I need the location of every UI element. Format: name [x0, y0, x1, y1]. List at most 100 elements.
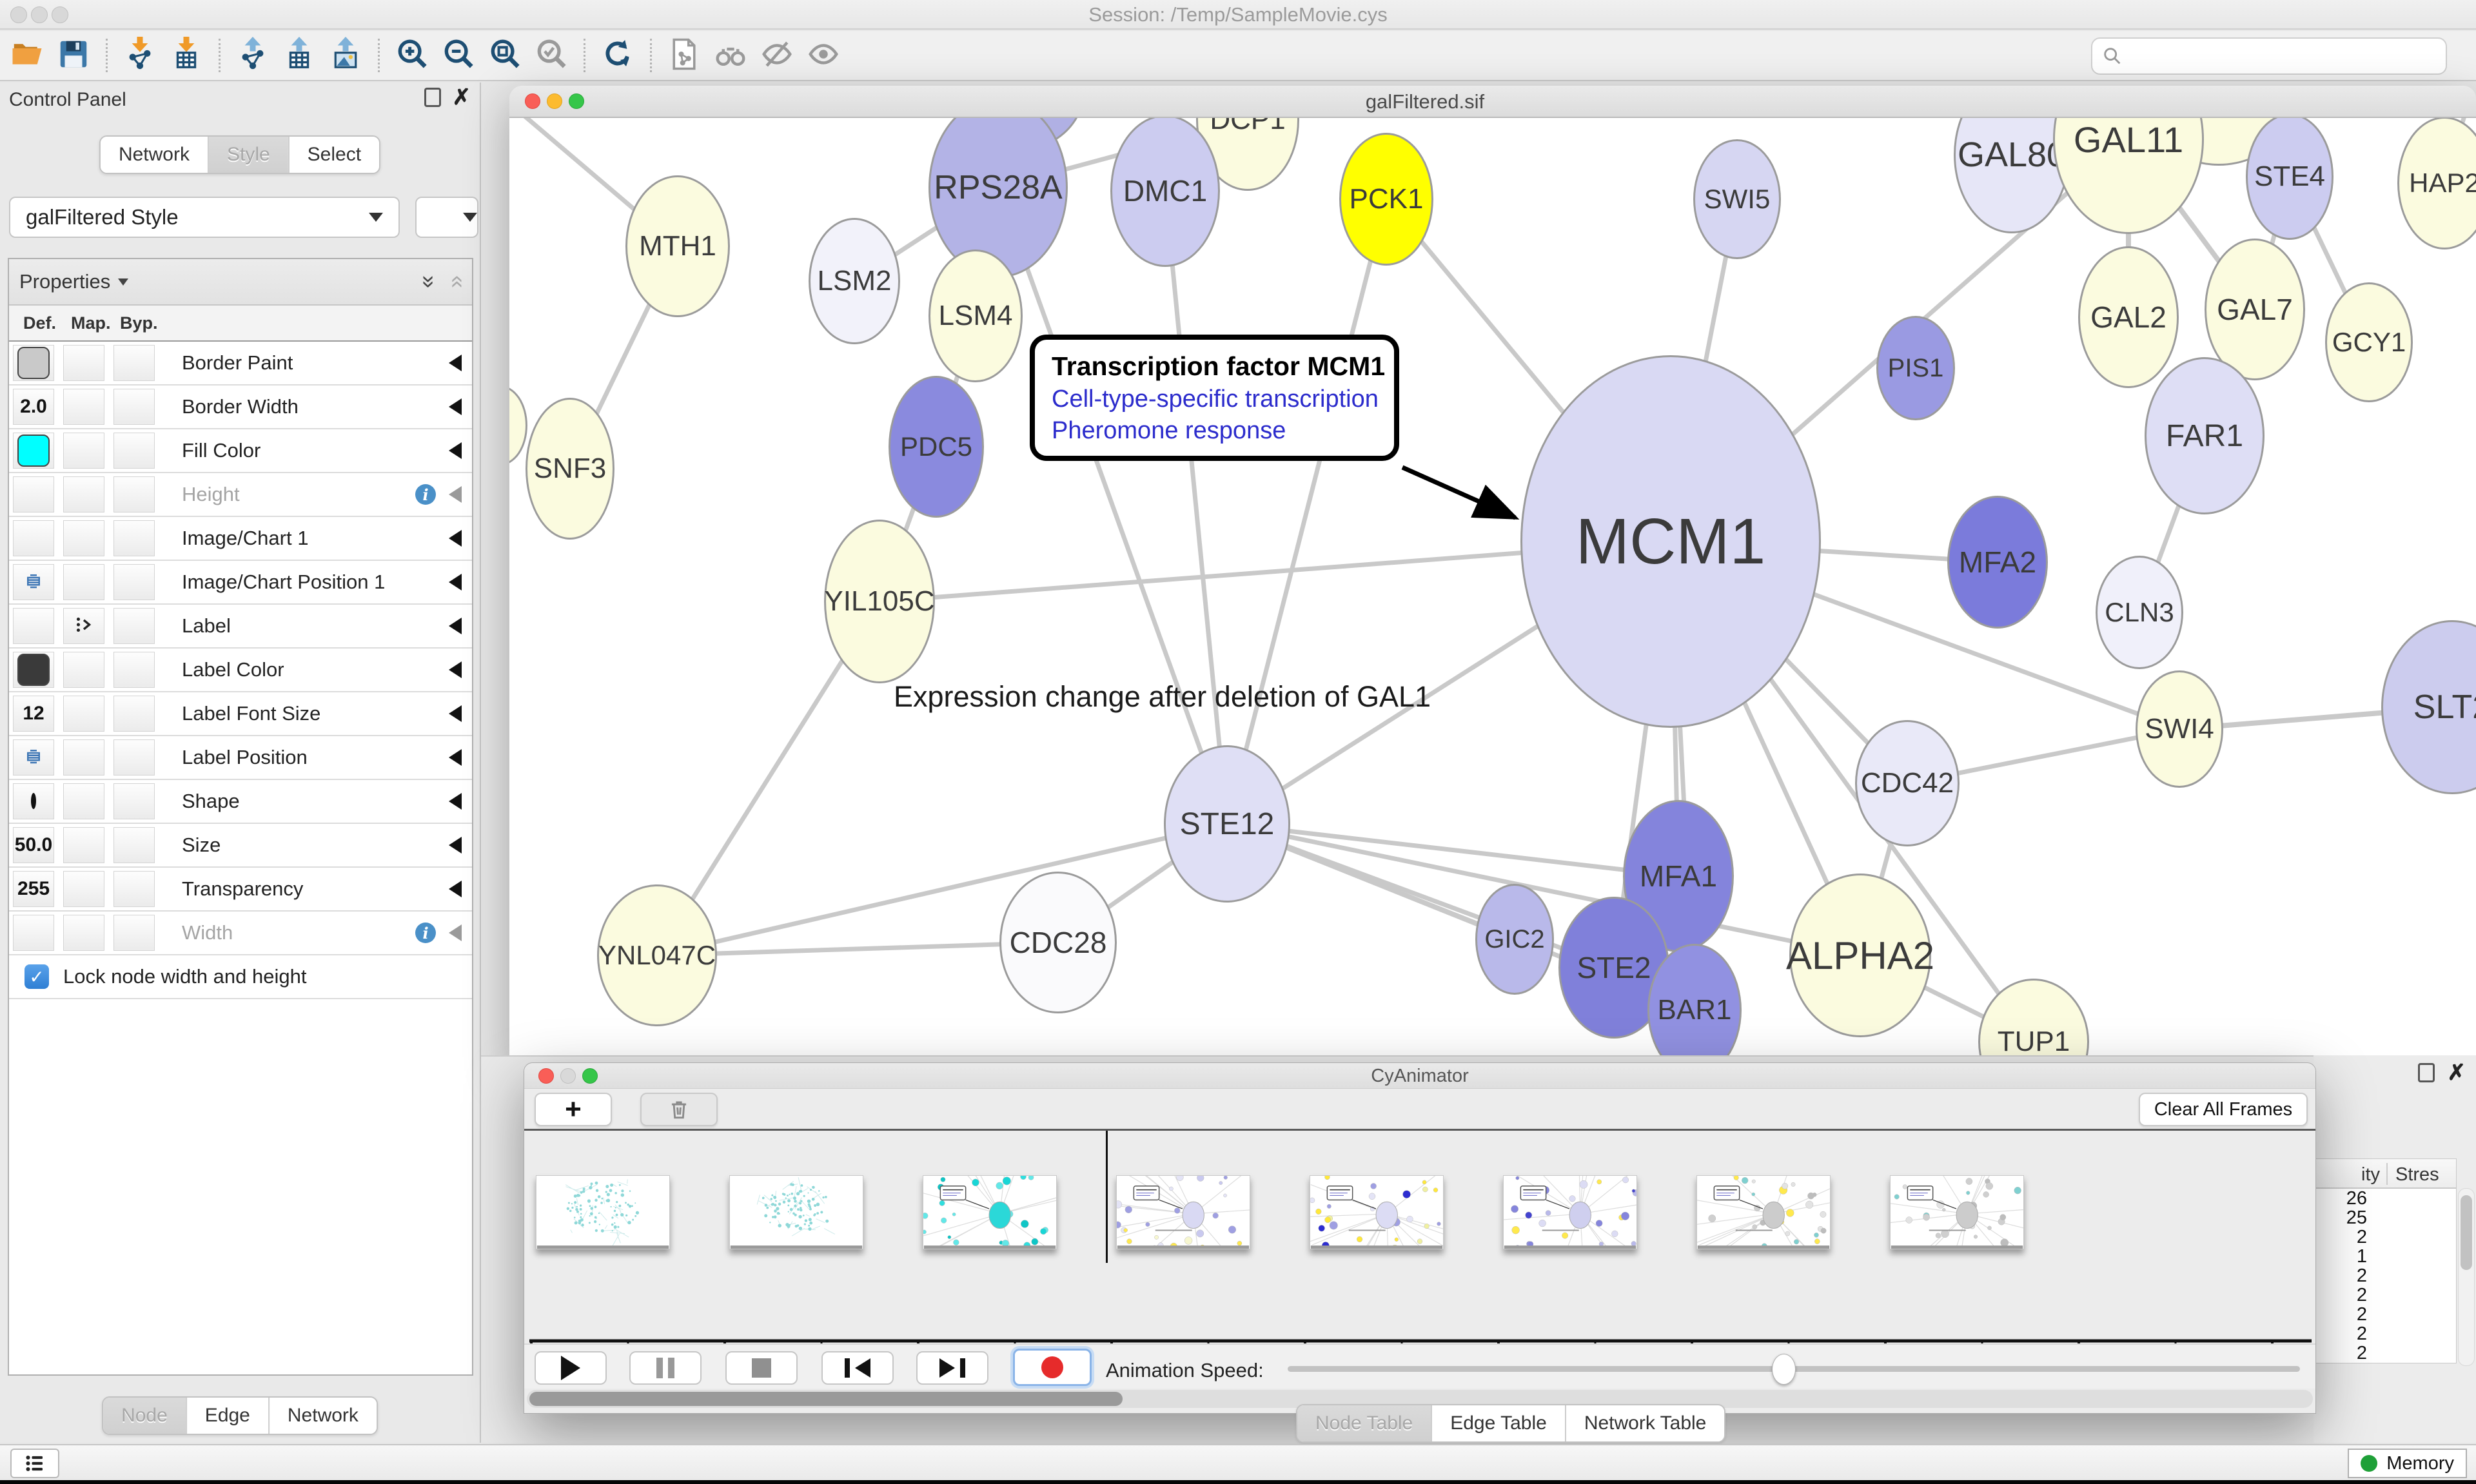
default-value-cell[interactable]: 50.0 — [13, 827, 54, 863]
expand-property-icon[interactable] — [449, 486, 462, 503]
zoom-out-button[interactable] — [435, 34, 482, 77]
default-value-cell[interactable]: 255 — [13, 871, 54, 907]
show-all-button[interactable] — [800, 34, 847, 77]
frame-thumbnail-0[interactable] — [536, 1175, 670, 1249]
default-value-cell[interactable] — [13, 652, 54, 688]
node-swi5[interactable]: SWI5 — [1693, 139, 1781, 259]
node-mcm1[interactable]: MCM1 — [1520, 355, 1821, 728]
expand-property-icon[interactable] — [449, 530, 462, 547]
mapping-cell[interactable] — [63, 783, 104, 819]
property-row-image-chart-1[interactable]: Image/Chart 1 — [9, 517, 472, 561]
bypass-cell[interactable] — [113, 389, 155, 425]
stop-button[interactable] — [725, 1351, 798, 1385]
export-table-button[interactable] — [276, 34, 322, 77]
pause-button[interactable] — [629, 1351, 702, 1385]
expand-property-icon[interactable] — [449, 661, 462, 678]
frame-thumbnail-7[interactable] — [1890, 1175, 2024, 1249]
node-cdc42[interactable]: CDC42 — [1855, 720, 1960, 846]
annotation-box[interactable]: Transcription factor MCM1 Cell-type-spec… — [1030, 335, 1399, 461]
bypass-cell[interactable] — [113, 476, 155, 513]
annotation-link[interactable]: Pheromone response — [1052, 417, 1377, 445]
mapping-cell[interactable] — [63, 520, 104, 556]
timeline-playhead[interactable] — [1106, 1131, 1108, 1263]
node-mfa2[interactable]: MFA2 — [1947, 496, 2048, 629]
node-ste4[interactable]: STE4 — [2246, 118, 2334, 240]
expand-property-icon[interactable] — [449, 881, 462, 897]
add-frame-button[interactable]: + — [535, 1093, 612, 1126]
tab-edge[interactable]: Edge — [186, 1398, 268, 1434]
tab-node[interactable]: Node — [103, 1398, 186, 1434]
node-cln3[interactable]: CLN3 — [2096, 556, 2183, 669]
clear-all-frames-button[interactable]: Clear All Frames — [2139, 1093, 2308, 1126]
lock-size-checkbox[interactable]: ✓ — [25, 964, 49, 989]
frame-thumbnail-3[interactable] — [1116, 1175, 1250, 1249]
expand-property-icon[interactable] — [449, 749, 462, 766]
property-row-width[interactable]: Widthi — [9, 912, 472, 955]
default-value-cell[interactable]: 2.0 — [13, 389, 54, 425]
node-far1[interactable]: FAR1 — [2145, 357, 2265, 514]
close-window-button[interactable] — [525, 93, 540, 109]
skip-to-end-button[interactable] — [916, 1351, 988, 1385]
bypass-cell[interactable] — [113, 608, 155, 644]
export-image-button[interactable] — [322, 34, 369, 77]
default-value-cell[interactable] — [13, 520, 54, 556]
node-ynl047c[interactable]: YNL047C — [597, 884, 717, 1026]
tab-node-table[interactable]: Node Table — [1297, 1405, 1431, 1441]
node-gcy1[interactable]: GCY1 — [2325, 282, 2413, 402]
expand-all-icon[interactable]: » — [416, 275, 443, 288]
skip-to-start-button[interactable] — [821, 1351, 894, 1385]
frame-thumbnail-5[interactable] — [1503, 1175, 1637, 1249]
bypass-cell[interactable] — [113, 871, 155, 907]
mapping-cell[interactable] — [63, 564, 104, 600]
table-row[interactable]: 2 — [2314, 1227, 2456, 1247]
tab-style[interactable]: Style — [208, 137, 288, 173]
property-row-size[interactable]: 50.0Size — [9, 824, 472, 868]
zoom-in-button[interactable] — [389, 34, 435, 77]
import-table-button[interactable] — [163, 34, 210, 77]
bypass-cell[interactable] — [113, 783, 155, 819]
minimize-window-button[interactable] — [560, 1068, 576, 1084]
table-row[interactable]: 25 — [2314, 1208, 2456, 1227]
mapping-cell[interactable] — [63, 389, 104, 425]
mapping-cell[interactable] — [63, 345, 104, 381]
export-network-button[interactable] — [230, 34, 276, 77]
table-vertical-scrollbar[interactable] — [2458, 1188, 2475, 1366]
tab-edge-table[interactable]: Edge Table — [1431, 1405, 1565, 1441]
expand-property-icon[interactable] — [449, 837, 462, 854]
float-panel-icon[interactable] — [2418, 1063, 2435, 1082]
mapping-cell[interactable] — [63, 827, 104, 863]
property-row-border-width[interactable]: 2.0Border Width — [9, 386, 472, 429]
default-value-cell[interactable] — [13, 783, 54, 819]
bypass-cell[interactable] — [113, 564, 155, 600]
hide-selected-button[interactable] — [754, 34, 800, 77]
frame-thumbnail-1[interactable] — [729, 1175, 863, 1249]
style-selector[interactable]: galFiltered Style — [9, 197, 400, 238]
node-alpha2[interactable]: ALPHA2 — [1789, 874, 1931, 1037]
node-mth1[interactable]: MTH1 — [625, 175, 730, 317]
cyanimator-titlebar[interactable]: CyAnimator — [524, 1063, 2315, 1089]
bypass-cell[interactable] — [113, 520, 155, 556]
tab-network-table[interactable]: Network Table — [1565, 1405, 1725, 1441]
property-row-label[interactable]: Label — [9, 605, 472, 649]
bypass-cell[interactable] — [113, 433, 155, 469]
minimize-window-button[interactable] — [547, 93, 562, 109]
tab-select[interactable]: Select — [288, 137, 379, 173]
task-history-button[interactable] — [10, 1449, 59, 1478]
default-value-cell[interactable] — [13, 564, 54, 600]
property-row-shape[interactable]: Shape — [9, 780, 472, 824]
mapping-cell[interactable] — [63, 652, 104, 688]
table-row[interactable]: 2 — [2314, 1343, 2456, 1363]
duplicate-network-button[interactable] — [661, 34, 707, 77]
property-row-fill-color[interactable]: Fill Color — [9, 429, 472, 473]
expand-property-icon[interactable] — [449, 442, 462, 459]
table-row[interactable]: 2 — [2314, 1324, 2456, 1343]
network-canvas[interactable]: RPS28ADCP1DMC1PCK1MTH1LSM2LSM4SWI5GAL80G… — [509, 118, 2476, 1062]
frames-timeline[interactable]: 0123456789Seconds — [524, 1131, 2315, 1343]
node-dmc1[interactable]: DMC1 — [1110, 118, 1220, 267]
delete-frame-button[interactable] — [640, 1093, 718, 1126]
properties-header[interactable]: Properties » » — [9, 259, 472, 306]
memory-button[interactable]: Memory — [2348, 1449, 2467, 1478]
node-cdc28[interactable]: CDC28 — [999, 872, 1117, 1013]
node-pck1[interactable]: PCK1 — [1339, 133, 1433, 266]
node-ste12[interactable]: STE12 — [1164, 745, 1290, 903]
